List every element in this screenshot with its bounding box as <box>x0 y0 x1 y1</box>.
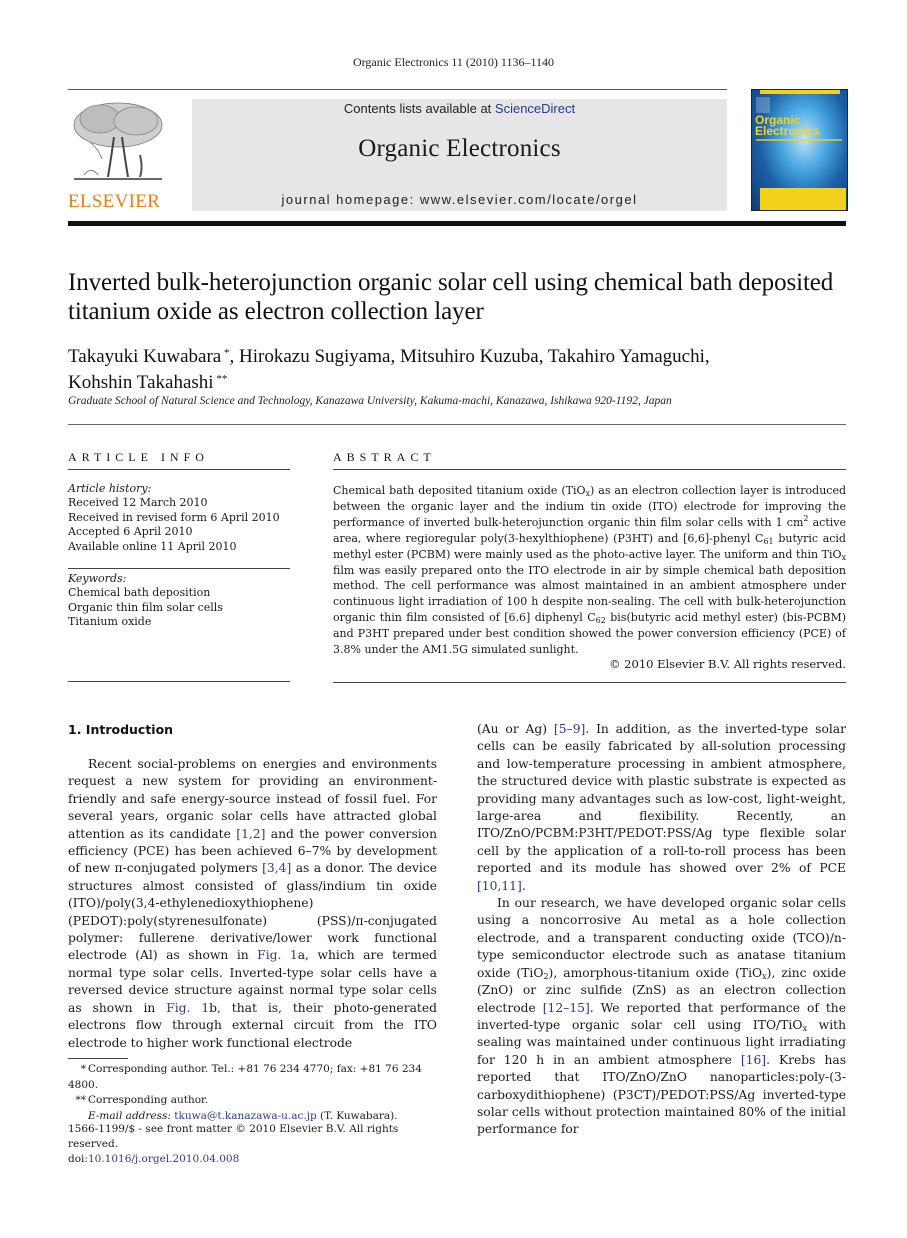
cover-bottom-bar <box>760 188 846 210</box>
article-info-rule <box>68 681 290 682</box>
article-info-rule <box>68 469 290 470</box>
subscript: x <box>802 1023 807 1033</box>
front-matter-copyright: 1566-1199/$ - see front matter © 2010 El… <box>68 1123 399 1150</box>
keywords: Keywords: Chemical bath deposition Organ… <box>68 572 290 630</box>
elsevier-wordmark: ELSEVIER <box>68 191 161 212</box>
author-name[interactable]: Kohshin Takahashi <box>68 372 214 393</box>
footnote-text: Corresponding author. Tel.: +81 76 234 4… <box>68 1063 422 1091</box>
history-item: Received 12 March 2010 <box>68 496 208 510</box>
body-column-left: Recent social-problems on energies and e… <box>68 756 437 1052</box>
cover-top-bar <box>760 90 840 94</box>
keywords-label: Keywords: <box>68 572 127 585</box>
author-name[interactable]: Takahiro Yamaguchi <box>548 346 705 367</box>
citation-link[interactable]: [1,2] <box>236 827 265 841</box>
email-label: E-mail address: <box>88 1109 171 1122</box>
contents-prefix: Contents lists available at <box>343 101 495 116</box>
author-footnote-mark[interactable]: ** <box>214 373 227 385</box>
abstract-heading: ABSTRACT <box>333 450 436 464</box>
subscript: x <box>841 552 846 562</box>
keyword-item: Organic thin film solar cells <box>68 600 223 614</box>
footnote-mark: * <box>80 1063 86 1075</box>
keyword-item: Titanium oxide <box>68 615 152 629</box>
article-history-label: Article history: <box>68 482 152 495</box>
masthead-rule <box>68 89 727 90</box>
article-info-rule <box>68 568 290 569</box>
superscript: 2 <box>803 513 809 523</box>
subscript: 62 <box>595 616 606 626</box>
front-matter: 1566-1199/$ - see front matter © 2010 El… <box>68 1122 448 1167</box>
history-item: Available online 11 April 2010 <box>68 539 237 553</box>
section-heading-introduction: 1. Introduction <box>68 722 174 737</box>
keyword-item: Chemical bath deposition <box>68 586 211 600</box>
body-paragraph: In our research, we have developed organ… <box>477 896 847 1137</box>
footnote-mark: ** <box>75 1094 87 1106</box>
cover-title: Organic Electronics <box>755 114 820 138</box>
running-header: Organic Electronics 11 (2010) 1136–1140 <box>352 55 555 69</box>
author-list: Takayuki Kuwabara *, Hirokazu Sugiyama, … <box>68 346 710 393</box>
citation-link[interactable]: [12–15] <box>543 1001 590 1015</box>
contents-line: Contents lists available at ScienceDirec… <box>192 101 727 116</box>
article-history: Article history: Received 12 March 2010 … <box>68 482 290 554</box>
elsevier-logo[interactable]: ELSEVIER <box>68 97 168 213</box>
sciencedirect-link[interactable]: ScienceDirect <box>495 101 575 116</box>
email-suffix: (T. Kuwabara). <box>316 1109 398 1122</box>
doi-prefix: doi: <box>68 1153 88 1165</box>
abstract-copyright: © 2010 Elsevier B.V. All rights reserved… <box>609 657 846 671</box>
footnote-corresponding-2: ** Corresponding author. <box>68 1093 437 1109</box>
history-item: Accepted 6 April 2010 <box>68 525 193 539</box>
subscript: x <box>585 489 591 498</box>
body-paragraph: Recent social-problems on energies and e… <box>68 757 438 1050</box>
masthead-thick-rule <box>68 221 846 226</box>
history-item: Received in revised form 6 April 2010 <box>68 510 280 524</box>
affiliation: Graduate School of Natural Science and T… <box>68 395 672 407</box>
abstract-rule <box>333 682 846 683</box>
doi-line: doi:10.1016/j.orgel.2010.04.008 <box>68 1152 448 1167</box>
citation-link[interactable]: [16] <box>741 1053 766 1067</box>
subscript: x <box>762 971 767 981</box>
body-column-right: (Au or Ag) [5–9]. In addition, as the in… <box>477 721 846 1139</box>
cover-emblem-icon <box>756 97 770 113</box>
citation-link[interactable]: [5–9] <box>554 722 585 736</box>
title-divider <box>68 424 846 425</box>
subscript: 61 <box>763 536 774 546</box>
elsevier-tree-icon <box>73 102 163 180</box>
author-footnote-mark[interactable]: * <box>221 347 230 359</box>
citation-link[interactable]: [10,11] <box>477 879 522 893</box>
doi-link[interactable]: 10.1016/j.orgel.2010.04.008 <box>88 1153 239 1165</box>
footnote-text: Corresponding author. <box>88 1094 209 1106</box>
email-link[interactable]: tkuwa@t.kanazawa-u.ac.jp <box>174 1110 316 1122</box>
article-title: Inverted bulk-heterojunction organic sol… <box>68 269 834 325</box>
citation-link[interactable]: Fig. 1 <box>257 948 298 962</box>
author-name[interactable]: Takayuki Kuwabara <box>68 346 221 367</box>
abstract-text: Chemical bath deposited titanium oxide (… <box>333 484 847 657</box>
author-name[interactable]: Mitsuhiro Kuzuba <box>400 346 539 367</box>
footnote-rule <box>68 1058 128 1059</box>
subscript: 2 <box>543 971 549 981</box>
abstract-rule <box>333 469 846 470</box>
footnote-corresponding-1: * Corresponding author. Tel.: +81 76 234 … <box>68 1062 437 1093</box>
author-name[interactable]: Hirokazu Sugiyama <box>239 346 390 367</box>
article-info-heading: ARTICLE INFO <box>68 450 209 464</box>
citation-link[interactable]: Fig. 1 <box>166 1001 209 1015</box>
journal-banner: Contents lists available at ScienceDirec… <box>192 99 727 211</box>
cover-subtitle-bar <box>756 139 842 141</box>
footnotes: * Corresponding author. Tel.: +81 76 234 … <box>68 1062 437 1124</box>
cover-title-line2: Electronics <box>755 124 820 138</box>
citation-link[interactable]: [3,4] <box>262 861 291 875</box>
body-paragraph: (Au or Ag) [5–9]. In addition, as the in… <box>477 722 846 893</box>
journal-homepage-link[interactable]: journal homepage: www.elsevier.com/locat… <box>192 192 727 207</box>
journal-title: Organic Electronics <box>358 135 561 162</box>
journal-cover-image[interactable]: Organic Electronics <box>751 89 848 211</box>
